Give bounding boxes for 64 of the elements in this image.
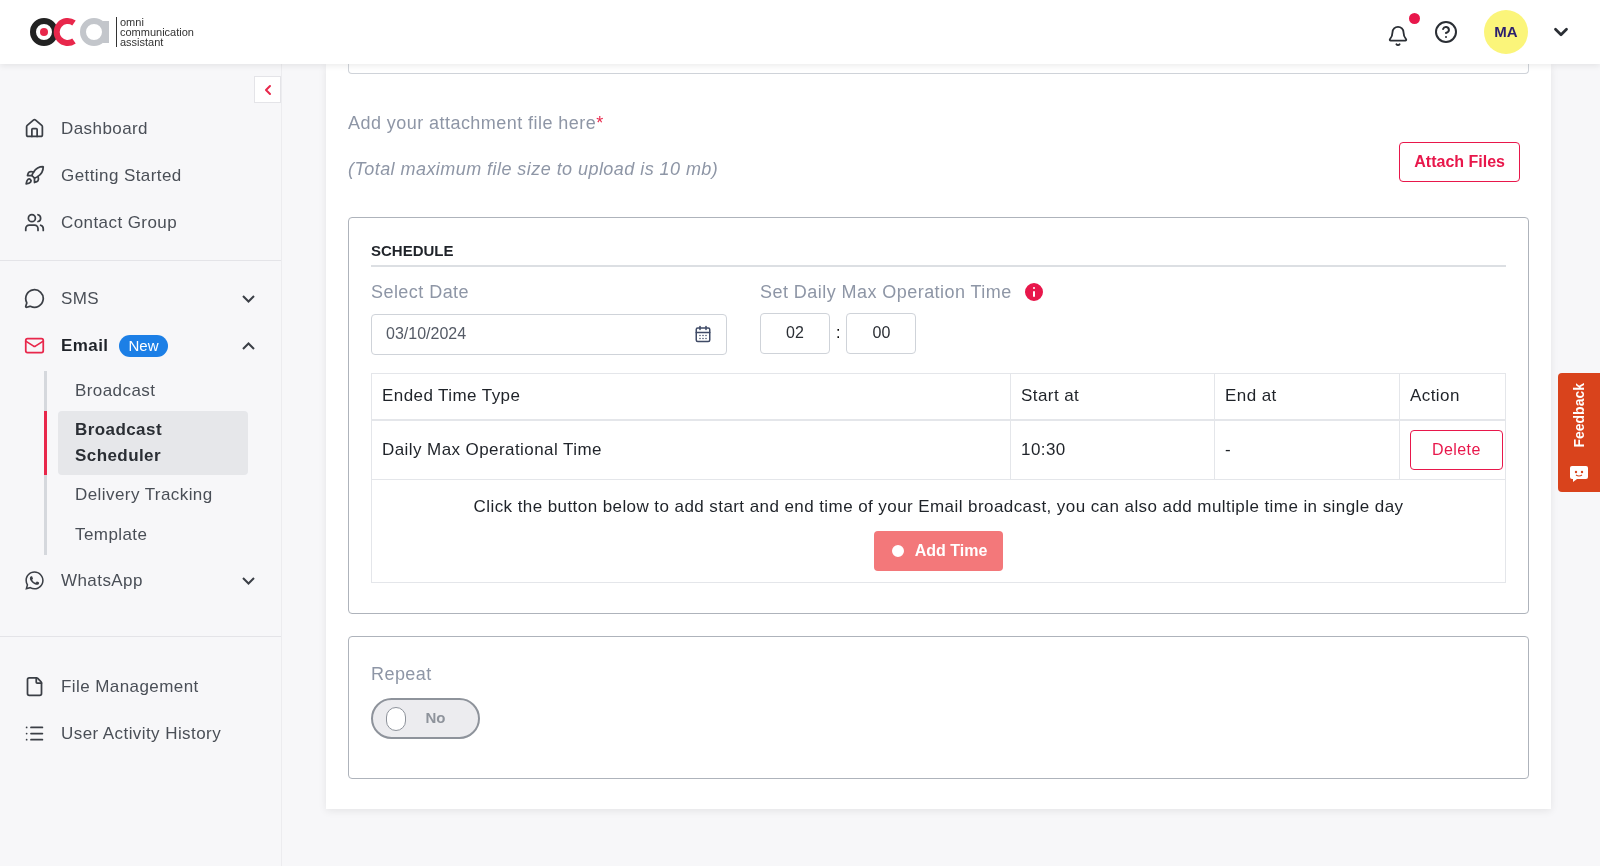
field-label: Select Date (371, 280, 470, 304)
collapse-button[interactable] (254, 76, 281, 103)
date-value: 03/10/2024 (386, 324, 467, 344)
nav-label: Email (61, 334, 109, 357)
sub-nav-item[interactable]: Delivery Tracking (58, 475, 248, 515)
table-cell-text: Daily Max Operational Time (381, 438, 603, 461)
logo-text: communication (120, 27, 194, 37)
nav-item[interactable]: File Management (0, 663, 281, 710)
column-header: Ended Time Type (381, 385, 522, 408)
bell-icon[interactable] (1387, 25, 1409, 47)
new-badge: New (119, 334, 168, 357)
logo-text: omni (120, 17, 145, 27)
nav-item[interactable]: Email New (0, 322, 281, 369)
table-cell: 10:30 (1010, 420, 1214, 479)
whatsapp-icon (24, 570, 45, 591)
nav-label: Dashboard (61, 117, 148, 140)
nav-label: User Activity History (61, 722, 222, 745)
column-header: Start at (1010, 373, 1214, 419)
help-icon[interactable] (1434, 20, 1458, 44)
hour-field[interactable]: 02 (760, 312, 830, 354)
column-header: End at (1214, 373, 1399, 419)
users-icon (24, 212, 45, 233)
field-label: Set Daily Max Operation Time (760, 280, 1012, 304)
attachment-label: Add your attachment file here* (348, 112, 605, 135)
nav-label: Getting Started (61, 164, 182, 187)
logo[interactable]: omni communication assistant (28, 14, 194, 50)
table-cell: - (1214, 420, 1399, 479)
calendar-icon (694, 325, 712, 343)
nav-item[interactable]: Contact Group (0, 199, 281, 246)
logo-text: assistant (120, 37, 165, 47)
column-header: Action (1399, 373, 1505, 419)
date-field[interactable]: 03/10/2024 (371, 313, 727, 355)
nav-item[interactable]: SMS (0, 275, 281, 322)
mail-icon (24, 335, 45, 356)
nav-label: File Management (61, 675, 199, 698)
nav-label: WhatsApp (61, 569, 143, 592)
sub-nav-item[interactable]: Broadcast (58, 371, 248, 411)
chevron-down-icon (242, 294, 255, 303)
chevron-up-icon (242, 341, 255, 350)
chevron-down-icon (242, 576, 255, 585)
time-separator: : (836, 323, 841, 343)
smiley-chat-icon (1570, 466, 1588, 482)
file-icon (24, 676, 45, 697)
attach-files-button[interactable]: Attach Files (1399, 142, 1520, 182)
minute-field[interactable]: 00 (846, 312, 917, 354)
chat-icon (24, 288, 45, 309)
hint-text: Click the button below to add start and end time of your Email broadcast, you can also add multiple time in single day (473, 495, 1404, 518)
file-size-note: (Total maximum file size to upload is 10 mb) (348, 158, 720, 181)
nav-item[interactable]: Getting Started (0, 152, 281, 199)
section-title: SCHEDULE (371, 240, 1506, 267)
field-label: Repeat (371, 663, 433, 686)
sub-nav-item[interactable]: Broadcast Scheduler (58, 411, 248, 475)
sub-nav-item[interactable]: Template (58, 515, 248, 555)
avatar[interactable]: MA (1484, 10, 1528, 54)
nav-item[interactable]: Dashboard (0, 105, 281, 152)
delete-button[interactable]: Delete (1410, 429, 1503, 470)
nav-label: SMS (61, 287, 100, 310)
feedback-tab[interactable]: Feedback (1558, 373, 1600, 492)
nav-item[interactable]: WhatsApp (0, 557, 281, 604)
home-icon (24, 118, 45, 139)
selection-indicator (44, 411, 47, 475)
nav-label: Contact Group (61, 211, 178, 234)
rocket-icon (24, 165, 45, 186)
nav-item[interactable]: User Activity History (0, 710, 281, 757)
